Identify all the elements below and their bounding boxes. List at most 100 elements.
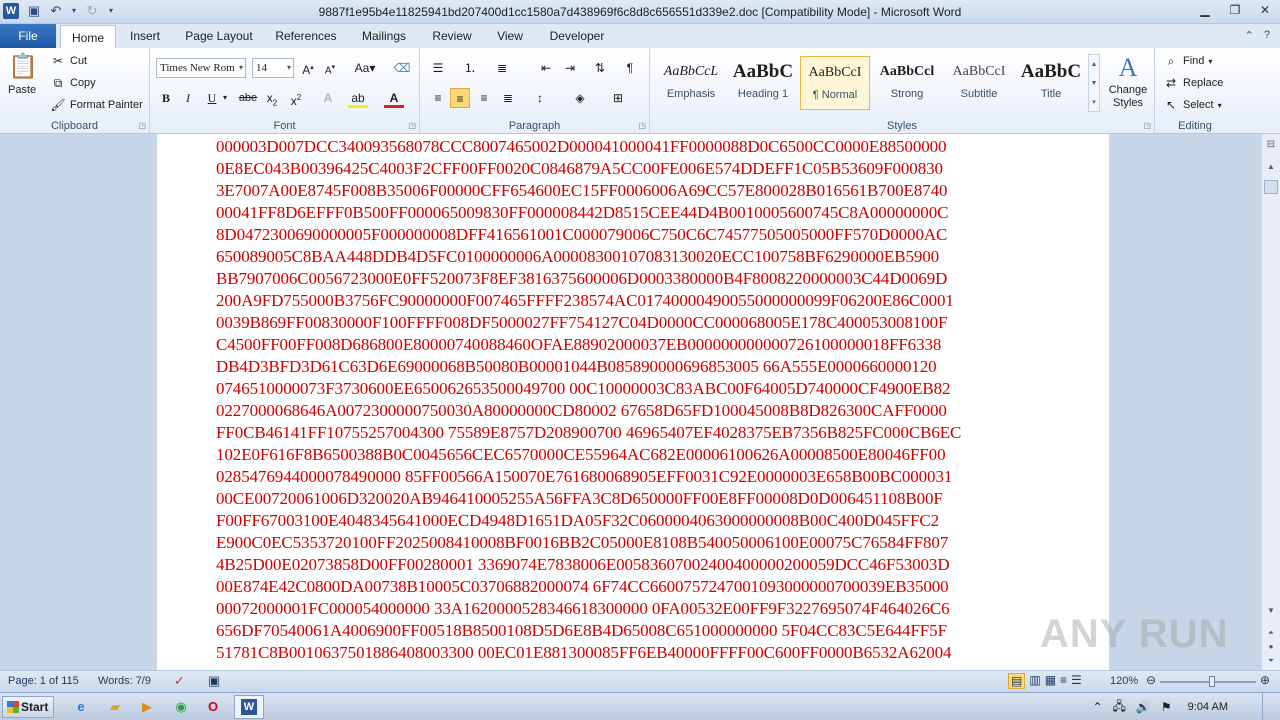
- document-line[interactable]: 00041FF8D6EFFF0B500FF000065009830FF00000…: [216, 202, 1056, 224]
- shading-icon[interactable]: ◈: [570, 88, 590, 108]
- align-left-icon[interactable]: ≡: [428, 88, 448, 108]
- tab-insert[interactable]: Insert: [122, 24, 168, 48]
- style-normal[interactable]: AaBbCcI ¶ Normal: [800, 56, 870, 110]
- document-line[interactable]: 200A9FD755000B3756FC90000000F007465FFFF2…: [216, 290, 1056, 312]
- previous-page-icon[interactable]: ⏶: [1264, 626, 1278, 640]
- borders-icon[interactable]: ⊞: [608, 88, 628, 108]
- document-line[interactable]: 656DF70540061A4006900FF00518B8500108D5D6…: [216, 620, 1056, 642]
- line-spacing-icon[interactable]: ↕: [530, 88, 550, 108]
- document-line[interactable]: 00CE00720061006D320020AB946410005255A56F…: [216, 488, 1056, 510]
- document-line[interactable]: 000003D007DCC340093568078CCC8007465002D0…: [216, 136, 1056, 158]
- tab-developer[interactable]: Developer: [542, 24, 612, 48]
- tab-file[interactable]: File: [0, 24, 56, 48]
- print-layout-icon[interactable]: ▤: [1008, 673, 1026, 689]
- document-line[interactable]: 0E8EC043B00396425C4003F2CFF00FF0020C0846…: [216, 158, 1056, 180]
- ie-icon[interactable]: e: [70, 697, 92, 717]
- macro-recording-icon[interactable]: ▣: [208, 673, 220, 689]
- style-subtitle[interactable]: AaBbCcI Subtitle: [944, 56, 1014, 110]
- show-hidden-icons-icon[interactable]: ⌃: [1092, 700, 1102, 714]
- document-line[interactable]: 0285476944000078490000 85FF00566A150070E…: [216, 466, 1056, 488]
- document-line[interactable]: DB4D3BFD3D61C63D6E69000068B50080B0000104…: [216, 356, 1056, 378]
- document-line[interactable]: 00072000001FC000054000000 33A16200005283…: [216, 598, 1056, 620]
- tab-view[interactable]: View: [488, 24, 532, 48]
- style-emphasis[interactable]: AaBbCcL Emphasis: [656, 56, 726, 110]
- italic-icon[interactable]: I: [178, 88, 198, 108]
- document-line[interactable]: E900C0EC5353720100FF2025008410008BF0016B…: [216, 532, 1056, 554]
- document-line[interactable]: FF0CB46141FF10755257004300 75589E8757D20…: [216, 422, 1056, 444]
- document-line[interactable]: 3E7007A00E8745F008B35006F00000CFF654600E…: [216, 180, 1056, 202]
- select-button[interactable]: ↖ Select ▾: [1163, 97, 1222, 113]
- tab-references[interactable]: References: [270, 24, 342, 48]
- align-right-icon[interactable]: ≡: [474, 88, 494, 108]
- vertical-scrollbar[interactable]: ⊟ ▲ ▼ ⏶ ● ⏷: [1261, 134, 1280, 670]
- decrease-indent-icon[interactable]: ⇤: [536, 58, 556, 78]
- underline-dropdown-icon[interactable]: ▾: [220, 88, 230, 108]
- cut-button[interactable]: ✂ Cut: [50, 53, 87, 69]
- scroll-down-icon[interactable]: ▼: [1264, 604, 1278, 618]
- minimize-ribbon-icon[interactable]: ⌃: [1245, 29, 1254, 42]
- style-strong[interactable]: AaBbCcl Strong: [872, 56, 942, 110]
- format-painter-button[interactable]: 🖌 Format Painter: [50, 97, 142, 113]
- style-heading-1[interactable]: AaBbC Heading 1: [728, 56, 798, 110]
- paragraph-launcher-icon[interactable]: ◳: [638, 121, 646, 130]
- find-dropdown-icon[interactable]: ▾: [1208, 57, 1212, 66]
- select-dropdown-icon[interactable]: ▾: [1218, 101, 1222, 110]
- zoom-out-icon[interactable]: ⊖: [1146, 673, 1156, 687]
- next-page-icon[interactable]: ⏷: [1264, 654, 1278, 668]
- justify-icon[interactable]: ≣: [498, 88, 518, 108]
- styles-scroll-up-icon[interactable]: ▲: [1089, 55, 1099, 74]
- document-page[interactable]: 000003D007DCC340093568078CCC8007465002D0…: [157, 134, 1109, 670]
- font-name-combo[interactable]: Times New Rom ▾: [156, 58, 246, 78]
- copy-button[interactable]: ⧉ Copy: [50, 75, 96, 91]
- multilevel-list-icon[interactable]: ≣: [492, 58, 512, 78]
- network-icon[interactable]: 🖧: [1113, 697, 1126, 718]
- tab-home[interactable]: Home: [60, 25, 116, 49]
- style-title[interactable]: AaBbC Title: [1016, 56, 1086, 110]
- zoom-in-icon[interactable]: ⊕: [1260, 673, 1270, 687]
- action-center-icon[interactable]: ⚑: [1161, 700, 1172, 714]
- change-case-icon[interactable]: Aa▾: [352, 58, 378, 78]
- start-button[interactable]: Start: [2, 696, 54, 718]
- document-line[interactable]: 0227000068646A0072300000750030A80000000C…: [216, 400, 1056, 422]
- ruler-toggle-icon[interactable]: ⊟: [1264, 138, 1278, 152]
- subscript-icon[interactable]: x2: [262, 88, 282, 108]
- find-button[interactable]: ⌕ Find ▾: [1163, 53, 1213, 69]
- close-icon[interactable]: ✕: [1256, 2, 1274, 18]
- shrink-font-icon[interactable]: A▾: [320, 58, 340, 78]
- show-desktop-button[interactable]: [1262, 693, 1272, 720]
- chrome-icon[interactable]: ◉: [170, 697, 192, 717]
- numbering-icon[interactable]: ⒈: [460, 58, 480, 78]
- text-effects-icon[interactable]: A: [318, 88, 338, 108]
- opera-icon[interactable]: O: [202, 697, 224, 717]
- scroll-thumb[interactable]: [1264, 180, 1278, 194]
- minimize-icon[interactable]: ▁: [1196, 2, 1214, 18]
- zoom-slider[interactable]: [1160, 681, 1256, 683]
- clock[interactable]: 9:04 AM: [1188, 701, 1228, 713]
- paste-button[interactable]: 📋 Paste: [8, 52, 38, 96]
- font-size-dropdown-icon[interactable]: ▾: [287, 59, 291, 77]
- bold-icon[interactable]: B: [156, 88, 176, 108]
- clear-formatting-icon[interactable]: ⌫: [392, 58, 412, 78]
- increase-indent-icon[interactable]: ⇥: [560, 58, 580, 78]
- document-line[interactable]: 4B25D00E02073858D00FF00280001 3369074E78…: [216, 554, 1056, 576]
- document-line[interactable]: BB7907006C0056723000E0FF520073F8EF381637…: [216, 268, 1056, 290]
- grow-font-icon[interactable]: A▴: [298, 58, 318, 78]
- show-formatting-icon[interactable]: ¶: [620, 58, 640, 78]
- document-body[interactable]: 000003D007DCC340093568078CCC8007465002D0…: [216, 136, 1056, 664]
- web-layout-icon[interactable]: ▦: [1045, 673, 1056, 689]
- volume-icon[interactable]: 🔊: [1136, 700, 1151, 714]
- align-center-icon[interactable]: ≡: [450, 88, 470, 108]
- document-line[interactable]: 8D0472300690000005F000000008DFF416561001…: [216, 224, 1056, 246]
- document-line[interactable]: F00FF67003100E4048345641000ECD4948D1651D…: [216, 510, 1056, 532]
- word-taskbar-button[interactable]: W: [234, 695, 264, 719]
- clipboard-launcher-icon[interactable]: ◳: [138, 121, 146, 130]
- replace-button[interactable]: ⇄ Replace: [1163, 75, 1223, 91]
- document-line[interactable]: C4500FF00FF008D686800E80000740088460OFAE…: [216, 334, 1056, 356]
- select-browse-object-icon[interactable]: ●: [1264, 640, 1278, 654]
- maximize-icon[interactable]: ❐: [1226, 2, 1244, 18]
- bullets-icon[interactable]: ☰: [428, 58, 448, 78]
- outline-icon[interactable]: ≡: [1060, 673, 1067, 689]
- media-player-icon[interactable]: ▶: [136, 697, 158, 717]
- font-color-icon[interactable]: A: [384, 88, 404, 108]
- document-line[interactable]: 0746510000073F3730600EE65006265350004970…: [216, 378, 1056, 400]
